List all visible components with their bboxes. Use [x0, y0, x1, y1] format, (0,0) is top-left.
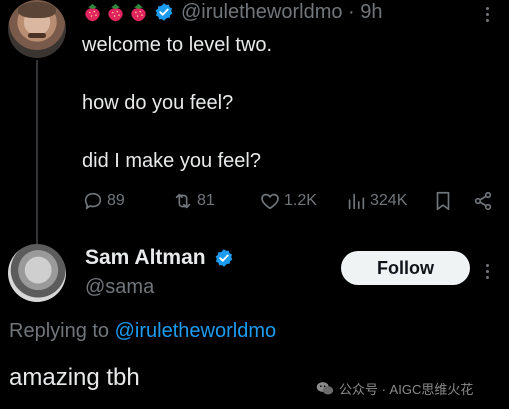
tweet-header: @iruletheworldmo · 9h	[82, 0, 383, 24]
repost-button[interactable]: 81	[172, 189, 215, 213]
like-button[interactable]: 1.2K	[259, 189, 317, 213]
reply-count: 89	[107, 192, 125, 209]
follow-button[interactable]: Follow	[341, 251, 470, 285]
avatar-hair	[18, 2, 56, 18]
views-chart-icon	[348, 193, 365, 210]
avatar-sama[interactable]	[8, 244, 66, 302]
verified-badge-icon	[155, 3, 173, 21]
avatar-mustache	[28, 33, 46, 38]
tweet-action-bar: 89 81 1.2K 324K	[80, 189, 500, 213]
replying-to-prefix: Replying to	[9, 320, 115, 342]
tweet-text-line-1: welcome to level two.	[82, 34, 273, 56]
strawberry-icon	[131, 3, 146, 21]
strawberry-icon	[108, 3, 123, 21]
views-count: 324K	[370, 192, 408, 209]
views-button[interactable]: 324K	[345, 189, 407, 213]
tweet-handle-time[interactable]: @iruletheworldmo · 9h	[181, 1, 383, 24]
more-options-icon[interactable]	[486, 261, 489, 282]
tweet-text-line-2: how do you feel?	[82, 92, 234, 114]
bookmark-icon	[436, 191, 450, 211]
reply-author-handle[interactable]: @sama	[85, 276, 154, 299]
more-options-icon[interactable]	[486, 4, 489, 25]
verified-badge-icon	[215, 249, 232, 267]
repost-icon	[175, 193, 191, 209]
like-count: 1.2K	[284, 192, 317, 209]
avatar-iruletheworldmo[interactable]	[8, 0, 66, 58]
watermark: 公众号 · AIGC思维火花	[316, 379, 473, 398]
wechat-icon	[316, 382, 334, 395]
reply-button[interactable]: 89	[82, 189, 125, 213]
replying-to-handle-link[interactable]: @iruletheworldmo	[115, 320, 276, 342]
repost-count: 81	[197, 192, 215, 209]
watermark-text: 公众号 · AIGC思维火花	[339, 382, 474, 397]
reply-author: Sam Altman	[85, 246, 234, 270]
share-icon	[474, 191, 492, 211]
bookmark-button[interactable]	[432, 189, 454, 213]
strawberry-icon	[85, 3, 100, 21]
heart-icon	[261, 193, 279, 210]
reply-author-name[interactable]: Sam Altman	[85, 246, 206, 270]
share-button[interactable]	[472, 189, 494, 213]
thread-line	[36, 60, 38, 244]
reply-text: amazing tbh	[9, 364, 140, 391]
reply-icon	[84, 192, 102, 210]
replying-to: Replying to @iruletheworldmo	[9, 320, 276, 343]
tweet-text-line-3: did I make you feel?	[82, 150, 261, 172]
